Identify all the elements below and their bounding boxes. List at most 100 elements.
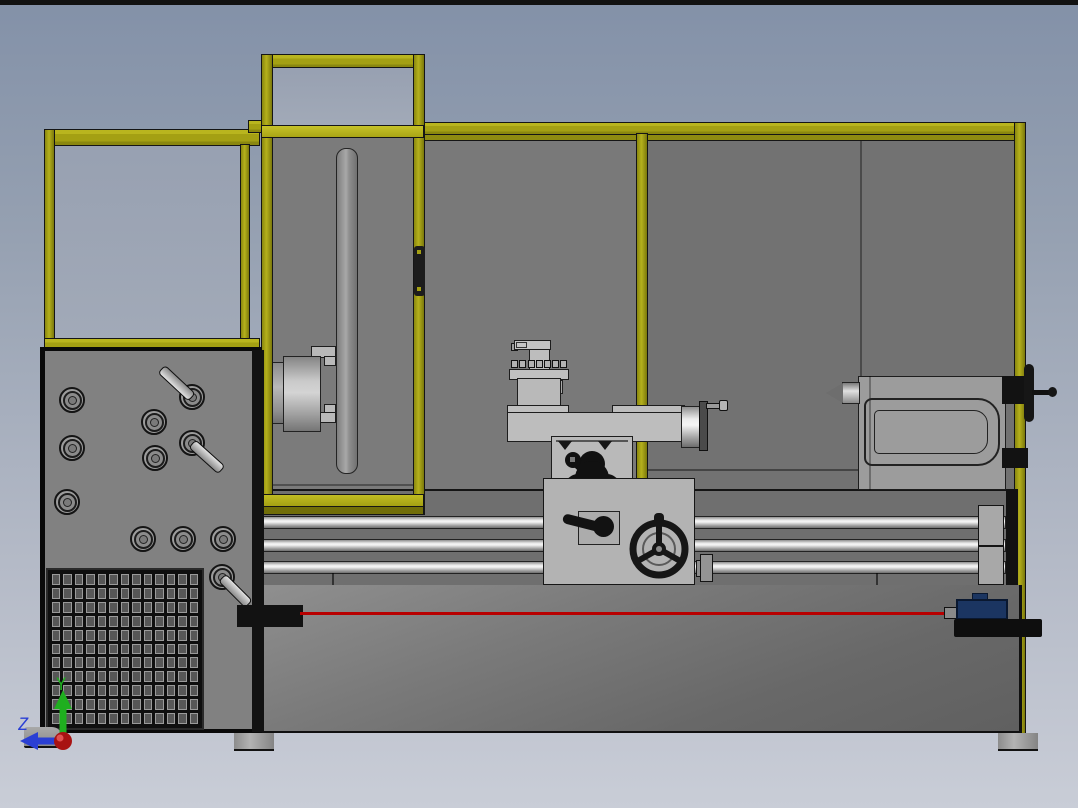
vent-cell	[97, 629, 107, 641]
laser-device[interactable]	[956, 599, 1008, 620]
panel-joint-horizontal	[648, 469, 862, 471]
cross-feed-pin-cap	[719, 400, 728, 411]
cabinet-button-4[interactable]	[141, 409, 167, 435]
vent-cell	[52, 615, 61, 627]
vent-cell	[132, 685, 141, 697]
cabinet-button-2[interactable]	[59, 435, 85, 461]
dead-center-cone[interactable]	[826, 383, 843, 403]
vent-cell	[155, 615, 164, 627]
vent-cell	[86, 671, 95, 683]
vent-cell	[109, 643, 118, 655]
bolt-3	[528, 360, 535, 368]
vent-cell	[120, 629, 130, 641]
screw-bracket[interactable]	[700, 554, 713, 582]
vent-cell	[120, 574, 130, 585]
cabinet-button-8[interactable]	[210, 526, 236, 552]
vent-cell	[120, 713, 130, 724]
vent-cell	[143, 587, 153, 599]
cabinet-button-7[interactable]	[170, 526, 196, 552]
vent-cell	[86, 587, 95, 599]
vent-cell	[97, 643, 107, 655]
top-border	[0, 0, 1078, 5]
apron-lever-knob[interactable]	[593, 516, 614, 537]
vent-cell	[109, 713, 118, 724]
coordinate-triad: Y Z	[17, 675, 72, 750]
vent-cell	[74, 587, 84, 599]
vent-cell	[143, 629, 153, 641]
cabinet-button-3[interactable]	[54, 489, 80, 515]
laser-mount-right[interactable]	[954, 619, 1042, 637]
door-panel-bottom-line	[272, 484, 414, 486]
vent-cell	[86, 657, 95, 669]
vent-cell	[155, 574, 164, 585]
left-window-right-post[interactable]	[240, 144, 250, 344]
vent-cell	[189, 574, 198, 585]
vent-cell	[63, 574, 72, 585]
vent-cell	[52, 629, 61, 641]
vent-cell	[189, 643, 198, 655]
y-axis-label: Y	[56, 675, 66, 695]
vent-cell	[74, 574, 84, 585]
machine-base[interactable]	[262, 585, 1022, 733]
vent-cell	[166, 574, 176, 585]
vent-cell	[109, 699, 118, 711]
tailstock-clamp-top[interactable]	[1002, 376, 1026, 404]
cad-viewport[interactable]: Y Z	[0, 0, 1078, 808]
cabinet-button-6[interactable]	[130, 526, 156, 552]
tailstock-clamp-bottom[interactable]	[1002, 448, 1028, 468]
spindle-disc[interactable]	[336, 148, 358, 474]
laser-mount-left[interactable]	[237, 605, 303, 627]
vent-cell	[63, 643, 72, 655]
vent-cell	[178, 615, 187, 627]
cross-feed-cylinder[interactable]	[681, 406, 701, 448]
vent-cell	[63, 587, 72, 599]
foot-right[interactable]	[998, 733, 1038, 751]
left-window-top-rail[interactable]	[44, 129, 260, 146]
left-window-glass[interactable]	[48, 134, 248, 346]
tool-post-block[interactable]	[517, 378, 561, 407]
vent-cell	[155, 629, 164, 641]
vent-cell	[132, 643, 141, 655]
vent-cell	[155, 643, 164, 655]
cabinet-button-1[interactable]	[59, 387, 85, 413]
vent-cell	[178, 643, 187, 655]
vent-cell	[189, 685, 198, 697]
vent-cell	[178, 601, 187, 613]
vent-cell	[109, 601, 118, 613]
vent-cell	[86, 685, 95, 697]
carriage-handwheel[interactable]	[627, 511, 691, 587]
vent-cell	[178, 629, 187, 641]
vent-cell	[120, 615, 130, 627]
vent-cell	[143, 574, 153, 585]
vent-cell	[178, 671, 187, 683]
foot-left[interactable]	[234, 733, 274, 751]
vent-cell	[132, 574, 141, 585]
bed-seam-left	[332, 573, 334, 585]
vent-cell	[155, 587, 164, 599]
vent-cell	[86, 629, 95, 641]
bed-right-gap	[1006, 489, 1018, 585]
vent-cell	[189, 615, 198, 627]
cabinet-button-5[interactable]	[142, 445, 168, 471]
vent-cell	[52, 587, 61, 599]
vent-cell	[52, 643, 61, 655]
vent-cell	[189, 713, 198, 724]
left-window-left-post[interactable]	[44, 129, 55, 353]
vent-cell	[155, 671, 164, 683]
chuck-body[interactable]	[283, 356, 321, 432]
tailstock-quill[interactable]	[842, 382, 860, 404]
vent-cell	[178, 574, 187, 585]
vent-cell	[86, 713, 95, 724]
vent-cell	[97, 657, 107, 669]
vent-cell	[120, 685, 130, 697]
bolt-1	[511, 360, 518, 368]
vent-cell	[166, 601, 176, 613]
vent-cell	[52, 601, 61, 613]
door-top-rail[interactable]	[261, 54, 424, 68]
door-glass-upper[interactable]	[270, 66, 417, 128]
door-hinge-pin-top	[417, 250, 421, 254]
vent-cell	[166, 671, 176, 683]
vent-cell	[120, 699, 130, 711]
door-mid-rail[interactable]	[261, 125, 424, 138]
vent-cell	[132, 657, 141, 669]
